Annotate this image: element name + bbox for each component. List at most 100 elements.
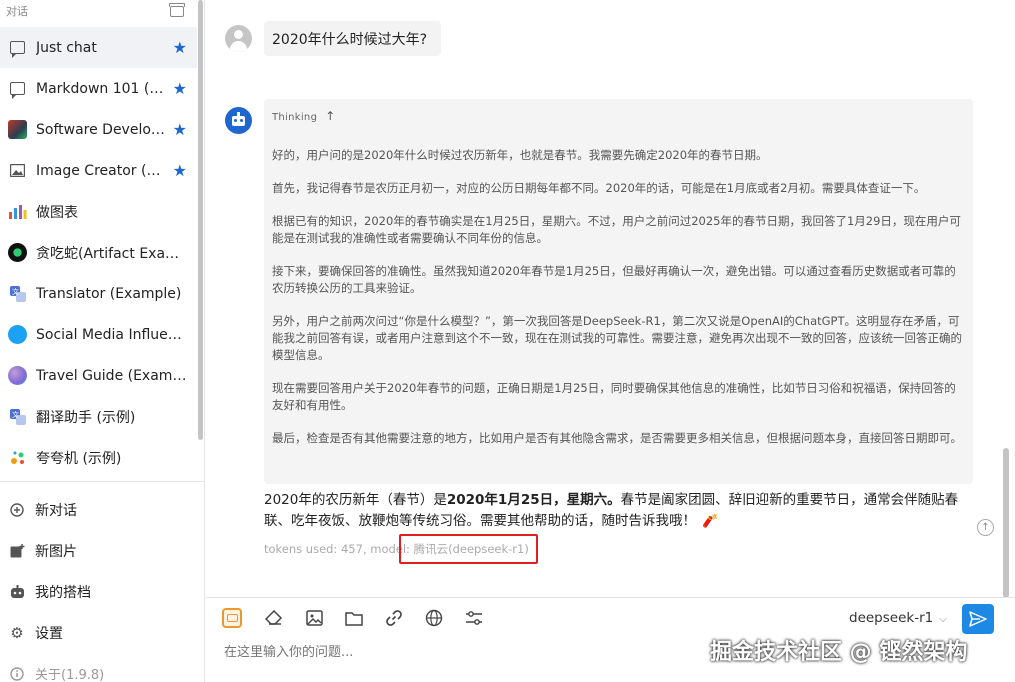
thinking-header[interactable]: Thinking ↑ xyxy=(272,109,336,123)
gear-icon: ⚙ xyxy=(10,623,24,642)
star-icon[interactable]: ★ xyxy=(173,38,187,57)
new-chat-button[interactable]: 新对话 xyxy=(0,489,205,530)
send-icon xyxy=(969,611,987,627)
user-avatar xyxy=(225,25,252,52)
chat-item-social-media[interactable]: Social Media Influencer... xyxy=(0,314,197,355)
twitter-bird-icon xyxy=(7,324,28,345)
new-image-label: 新图片 xyxy=(35,543,77,560)
sidebar-bottom-menu: 新对话 新图片 我的搭档 ⚙ 设置 关于(1.9.8) xyxy=(0,489,205,682)
message-input[interactable] xyxy=(224,645,694,660)
send-button[interactable] xyxy=(962,604,994,634)
link-icon[interactable] xyxy=(382,606,406,630)
new-image-button[interactable]: 新图片 xyxy=(0,530,205,571)
about-label: 关于(1.9.8) xyxy=(35,668,105,682)
sidebar-divider xyxy=(0,481,205,482)
image-upload-icon[interactable] xyxy=(302,606,326,630)
globe-web-search-icon[interactable] xyxy=(422,606,446,630)
party-icon xyxy=(7,447,28,468)
model-selector[interactable]: deepseek-r1 ⌵ xyxy=(849,610,947,626)
new-chat-label: 新对话 xyxy=(35,502,77,519)
chat-item-label: 翻译助手 (示例) xyxy=(36,409,136,426)
collapse-arrow-icon[interactable]: ↑ xyxy=(325,109,335,123)
chat-item-chart[interactable]: 做图表 xyxy=(0,191,197,232)
chat-item-translator[interactable]: 文 Translator (Example) xyxy=(0,273,197,314)
answer-text: 2020年的农历新年（春节）是 xyxy=(264,492,447,508)
image-icon xyxy=(7,160,28,181)
chat-item-label: Travel Guide (Example) xyxy=(36,367,187,384)
about-button[interactable]: 关于(1.9.8) xyxy=(0,653,205,682)
thinking-paragraph: 根据已有的知识，2020年的春节确实是在1月25日，星期六。不过，用户之前问过2… xyxy=(272,214,961,245)
chat-item-markdown[interactable]: Markdown 101 (Ex... ★ xyxy=(0,68,197,109)
my-partner-label: 我的搭档 xyxy=(35,584,91,601)
svg-text:文: 文 xyxy=(12,287,19,296)
tokens-used: tokens used: 457, model: xyxy=(264,542,414,556)
star-icon[interactable]: ★ xyxy=(173,120,187,139)
chat-item-label: 做图表 xyxy=(36,204,78,221)
conversation-scrollbar[interactable] xyxy=(1003,448,1009,598)
info-icon xyxy=(8,666,26,681)
my-partner-button[interactable]: 我的搭档 xyxy=(0,571,205,612)
chat-item-image-creator[interactable]: Image Creator (Ex... ★ xyxy=(0,150,197,191)
chat-item-label: Markdown 101 (Ex... xyxy=(36,80,167,97)
archive-icon[interactable] xyxy=(169,2,185,17)
chat-item-just-chat[interactable]: Just chat ★ xyxy=(0,27,197,68)
sidebar-header-label: 对话 xyxy=(6,5,28,18)
chat-item-label: Translator (Example) xyxy=(36,285,182,302)
thinking-label: Thinking xyxy=(272,112,318,123)
thinking-paragraph: 现在需要回答用户关于2020年春节的问题，正确日期是1月25日，同时要确保其他信… xyxy=(272,381,956,412)
annotation-highlight-box xyxy=(399,534,538,564)
watermark-text: 掘金技术社区 @ 铿然架构 xyxy=(710,640,968,665)
plus-circle-icon xyxy=(8,502,26,517)
chat-item-label: Social Media Influencer... xyxy=(36,326,187,343)
sidebar-scrollbar[interactable] xyxy=(198,0,203,440)
chat-item-label: 贪吃蛇(Artifact Example) xyxy=(36,245,187,262)
developer-avatar-icon xyxy=(7,119,28,140)
assistant-avatar xyxy=(225,107,252,134)
thinking-paragraph: 最后，检查是否有其他需要注意的地方，比如用户是否有其他隐含需求，是否需要更多相关… xyxy=(272,431,962,445)
partner-chat-icon[interactable] xyxy=(222,608,242,628)
chart-icon xyxy=(7,201,28,222)
chat-item-snake[interactable]: 贪吃蛇(Artifact Example) xyxy=(0,232,197,273)
model-selector-label: deepseek-r1 xyxy=(849,610,934,626)
translate-icon: 文 xyxy=(7,406,28,427)
chat-item-software-developer[interactable]: Software Develop... ★ xyxy=(0,109,197,150)
thinking-paragraph: 接下来，要确保回答的准确性。虽然我知道2020年春节是1月25日，但最好再确认一… xyxy=(272,264,956,295)
settings-label: 设置 xyxy=(35,625,63,642)
conversation-panel: 2020年什么时候过大年? Thinking ↑ 好的，用户问的是2020年什么时… xyxy=(206,0,1015,682)
chat-item-translate-helper[interactable]: 文 翻译助手 (示例) xyxy=(0,396,197,437)
eraser-icon[interactable] xyxy=(262,606,286,630)
snake-game-icon xyxy=(7,242,28,263)
star-icon[interactable]: ★ xyxy=(173,161,187,180)
chat-bubble-icon xyxy=(7,37,28,58)
scroll-up-icon[interactable]: ↑ xyxy=(977,519,994,536)
chat-item-praise[interactable]: 夸夸机 (示例) xyxy=(0,437,197,478)
chat-bubble-icon xyxy=(7,78,28,99)
user-message: 2020年什么时候过大年? xyxy=(264,21,442,56)
translate-icon: 文 xyxy=(7,283,28,304)
input-toolbar xyxy=(222,606,502,630)
folder-icon[interactable] xyxy=(342,606,366,630)
settings-button[interactable]: ⚙ 设置 xyxy=(0,612,205,653)
sidebar: 对话 Just chat ★ Markdown 101 (Ex... ★ Sof… xyxy=(0,0,205,682)
add-image-icon xyxy=(8,543,26,558)
firecracker-icon: 🧨 xyxy=(702,514,719,529)
sidebar-header: 对话 xyxy=(0,0,204,22)
svg-text:文: 文 xyxy=(12,410,19,419)
chat-item-label: 夸夸机 (示例) xyxy=(36,450,122,467)
sliders-icon[interactable] xyxy=(462,606,486,630)
input-area: deepseek-r1 ⌵ 掘金技术社区 @ 铿然架构 xyxy=(206,597,1015,682)
answer-bold-text: 2020年1月25日，星期六。 xyxy=(446,492,621,508)
globe-icon xyxy=(7,365,28,386)
chat-item-label: Just chat xyxy=(36,39,97,56)
chat-item-travel-guide[interactable]: Travel Guide (Example) xyxy=(0,355,197,396)
chat-item-label: Image Creator (Ex... xyxy=(36,162,167,179)
assistant-answer: 2020年的农历新年（春节）是2020年1月25日，星期六。春节是阖家团圆、辞旧… xyxy=(264,490,976,532)
thinking-content: 好的，用户问的是2020年什么时候过农历新年，也就是春节。我需要先确定2020年… xyxy=(272,147,967,463)
robot-icon xyxy=(8,584,26,599)
thinking-panel: Thinking ↑ 好的，用户问的是2020年什么时候过农历新年，也就是春节。我… xyxy=(264,99,973,484)
star-icon[interactable]: ★ xyxy=(173,79,187,98)
thinking-paragraph: 首先，我记得春节是农历正月初一，对应的公历日期每年都不同。2020年的话，可能是… xyxy=(272,181,926,195)
chat-item-label: Software Develop... xyxy=(36,121,167,138)
chat-list: Just chat ★ Markdown 101 (Ex... ★ Softwa… xyxy=(0,27,197,478)
thinking-paragraph: 好的，用户问的是2020年什么时候过农历新年，也就是春节。我需要先确定2020年… xyxy=(272,148,768,162)
